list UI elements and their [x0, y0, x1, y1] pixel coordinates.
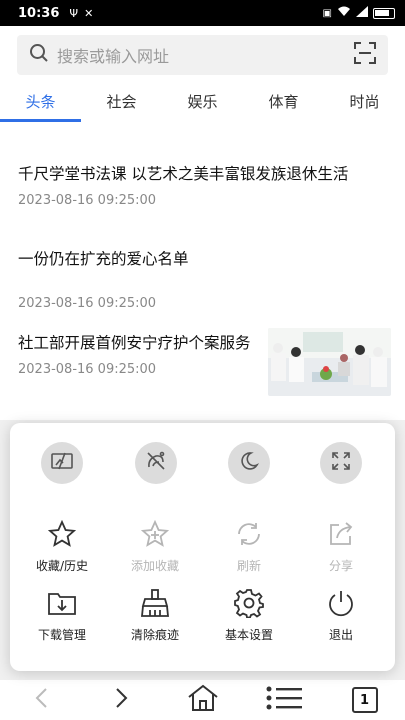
share-button[interactable]: 分享 [296, 519, 386, 574]
gear-icon [204, 588, 294, 618]
menu-label: 清除痕迹 [130, 628, 179, 642]
bottom-nav: 1 [0, 680, 405, 720]
news-title: 一份仍在扩充的爱心名单 [18, 250, 189, 268]
refresh-icon [204, 519, 294, 549]
favorites-history-button[interactable]: 收藏/历史 [17, 519, 107, 574]
news-time: 2023-08-16 09:25:00 [18, 193, 157, 208]
news-thumbnail[interactable] [268, 328, 391, 396]
news-item[interactable]: 一份仍在扩充的爱心名单 2023-08-16 09:25:00 [18, 248, 390, 311]
news-time: 2023-08-16 09:25:00 [18, 362, 157, 377]
tab-fashion[interactable]: 时尚 [324, 82, 405, 122]
tab-count-badge: 1 [351, 687, 378, 713]
no-trace-icon [145, 450, 167, 476]
menu-label: 分享 [328, 559, 353, 573]
back-button[interactable] [11, 687, 71, 713]
star-icon [17, 519, 107, 549]
menu-list-icon [266, 686, 302, 714]
chevron-right-icon [115, 687, 129, 713]
no-trace-toggle[interactable] [135, 442, 177, 484]
news-title: 千尺学堂书法课 以艺术之美丰富银发族退休生活 [18, 165, 349, 183]
chevron-left-icon [34, 687, 48, 713]
tab-sports[interactable]: 体育 [243, 82, 324, 122]
refresh-button[interactable]: 刷新 [204, 519, 294, 574]
menu-label: 添加收藏 [130, 559, 179, 573]
news-item[interactable]: 千尺学堂书法课 以艺术之美丰富银发族退休生活 2023-08-16 09:25:… [18, 163, 390, 208]
usb-icon: Ψ [69, 6, 79, 20]
news-item[interactable]: 社工部开展首例安宁疗护个案服务 2023-08-16 09:25:00 [18, 332, 258, 377]
exit-button[interactable]: 退出 [296, 588, 386, 643]
category-tabs: 头条 社会 娱乐 体育 时尚 [0, 82, 405, 122]
menu-label: 刷新 [236, 559, 261, 573]
tab-society[interactable]: 社会 [81, 82, 162, 122]
search-bar[interactable]: 搜索或输入网址 [17, 35, 388, 75]
no-image-icon [51, 452, 73, 474]
tab-entertainment[interactable]: 娱乐 [162, 82, 243, 122]
wifi-icon [337, 6, 351, 20]
forward-button[interactable] [92, 687, 152, 713]
signal-icon [356, 6, 368, 20]
fullscreen-icon [331, 451, 351, 475]
news-title: 社工部开展首例安宁疗护个案服务 [18, 334, 251, 352]
download-manager-button[interactable]: 下载管理 [17, 588, 107, 643]
no-image-toggle[interactable] [41, 442, 83, 484]
tools-icon: ✕ [84, 6, 94, 20]
star-plus-icon [110, 519, 200, 549]
moon-icon [239, 451, 260, 475]
share-icon [296, 519, 386, 549]
home-button[interactable] [173, 684, 233, 716]
battery-icon [373, 7, 395, 19]
status-bar: 10:36 Ψ ✕ ▣ [0, 0, 405, 26]
menu-label: 收藏/历史 [35, 559, 89, 573]
menu-label: 下载管理 [37, 628, 86, 642]
news-time: 2023-08-16 09:25:00 [18, 296, 157, 311]
settings-button[interactable]: 基本设置 [204, 588, 294, 643]
search-icon [29, 43, 49, 67]
power-icon [296, 588, 386, 618]
menu-label: 退出 [328, 628, 353, 642]
nfc-icon: ▣ [322, 7, 332, 19]
clear-traces-button[interactable]: 清除痕迹 [110, 588, 200, 643]
broom-icon [110, 588, 200, 618]
menu-button[interactable] [254, 686, 314, 714]
fullscreen-toggle[interactable] [320, 442, 362, 484]
home-icon [187, 684, 219, 716]
browser-menu: 收藏/历史 添加收藏 刷新 分享 下载管理 清除痕迹 基本设置 退出 [10, 423, 395, 671]
status-right: ▣ [323, 6, 395, 20]
add-favorite-button[interactable]: 添加收藏 [110, 519, 200, 574]
download-folder-icon [17, 588, 107, 618]
menu-label: 基本设置 [224, 628, 273, 642]
tabs-button[interactable]: 1 [335, 687, 395, 713]
scan-icon[interactable] [354, 42, 376, 68]
night-mode-toggle[interactable] [228, 442, 270, 484]
status-time: 10:36 [18, 5, 60, 21]
tab-headlines[interactable]: 头条 [0, 82, 81, 122]
search-input[interactable]: 搜索或输入网址 [57, 43, 169, 67]
